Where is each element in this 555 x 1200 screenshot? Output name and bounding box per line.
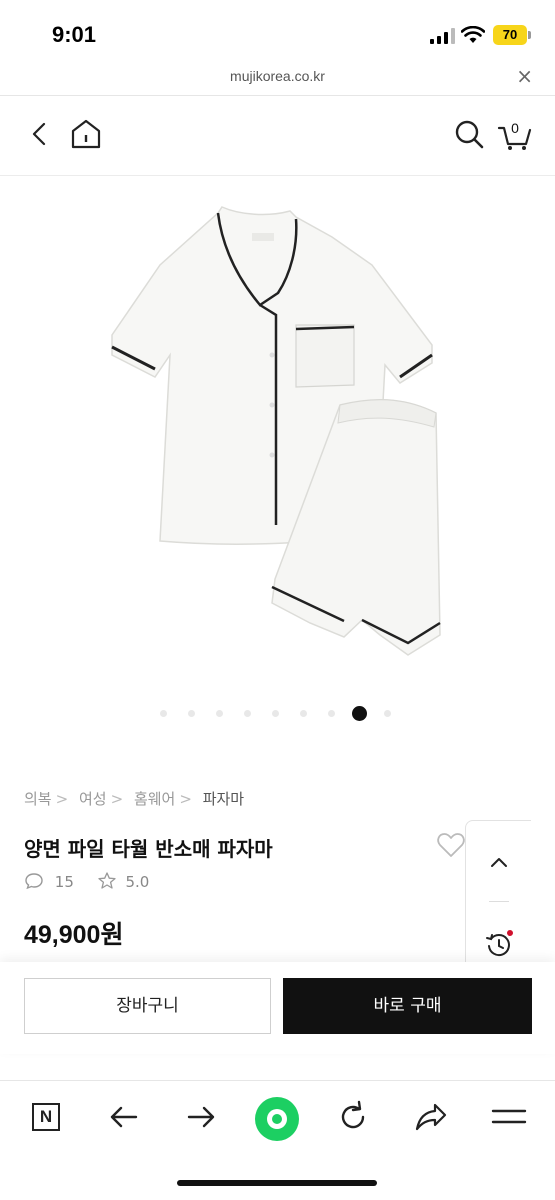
status-time: 9:01 (52, 22, 97, 47)
breadcrumb: 의복 > 여성 > 홈웨어 > 파자마 (24, 788, 248, 809)
close-icon[interactable]: × (516, 64, 533, 88)
back-arrow-icon[interactable] (102, 1095, 146, 1139)
search-icon[interactable] (451, 116, 487, 152)
back-chevron-icon[interactable] (22, 116, 58, 152)
breadcrumb-separator: > (110, 790, 124, 808)
breadcrumb-separator: > (55, 790, 69, 808)
home-icon[interactable] (68, 116, 104, 152)
cart-button[interactable]: 0 (497, 116, 533, 152)
cellular-signal-icon (430, 28, 455, 44)
home-indicator (177, 1180, 377, 1186)
add-to-cart-button[interactable]: 장바구니 (24, 978, 271, 1034)
breadcrumb-item[interactable]: 홈웨어 (134, 790, 175, 808)
breadcrumb-item[interactable]: 여성 (79, 790, 107, 808)
carousel-dot[interactable] (244, 710, 251, 717)
carousel-dot[interactable] (384, 710, 391, 717)
cart-count-badge: 0 (511, 120, 519, 136)
naver-home-button[interactable]: N (24, 1095, 68, 1139)
breadcrumb-item[interactable]: 의복 (24, 790, 52, 808)
product-image[interactable] (100, 195, 450, 665)
heart-icon[interactable] (436, 830, 466, 860)
site-header: 0 (0, 96, 555, 176)
purchase-bar: 장바구니 바로 구매 (0, 962, 555, 1054)
status-bar: 9:01 70 (0, 0, 555, 70)
breadcrumb-current[interactable]: 파자마 (203, 790, 244, 808)
carousel-dot[interactable] (216, 710, 223, 717)
battery-tip (528, 31, 531, 39)
battery-indicator: 70 (493, 25, 527, 45)
comment-icon (25, 873, 43, 890)
carousel-dot[interactable] (328, 710, 335, 717)
breadcrumb-separator: > (179, 790, 192, 808)
share-icon[interactable] (409, 1095, 453, 1139)
divider (489, 901, 509, 902)
product-price: 49,900원 (24, 921, 124, 949)
buy-now-button[interactable]: 바로 구매 (283, 978, 532, 1034)
review-count[interactable]: 15 (55, 873, 74, 891)
carousel-dot[interactable] (272, 710, 279, 717)
carousel-dot[interactable] (160, 710, 167, 717)
rating-value: 5.0 (125, 873, 150, 891)
wifi-icon (461, 26, 485, 43)
recent-history-icon[interactable] (483, 929, 515, 961)
menu-icon[interactable] (487, 1095, 531, 1139)
refresh-icon[interactable] (331, 1095, 375, 1139)
green-dot-button[interactable] (255, 1097, 299, 1141)
url-domain: mujikorea.co.kr (230, 68, 325, 84)
product-title: 양면 파일 타월 반소매 파자마 (24, 837, 273, 861)
carousel-dot[interactable] (188, 710, 195, 717)
forward-arrow-icon[interactable] (179, 1095, 223, 1139)
carousel-dot-active[interactable] (352, 706, 367, 721)
floating-side-panel (465, 820, 531, 970)
naver-logo-icon: N (32, 1103, 60, 1131)
scroll-top-chevron-icon[interactable] (487, 851, 511, 875)
url-bar[interactable]: mujikorea.co.kr × (0, 62, 555, 96)
review-rating-row: 15 5.0 (24, 871, 149, 891)
image-carousel-dots (160, 706, 400, 722)
carousel-dot[interactable] (300, 710, 307, 717)
star-icon (98, 872, 116, 889)
